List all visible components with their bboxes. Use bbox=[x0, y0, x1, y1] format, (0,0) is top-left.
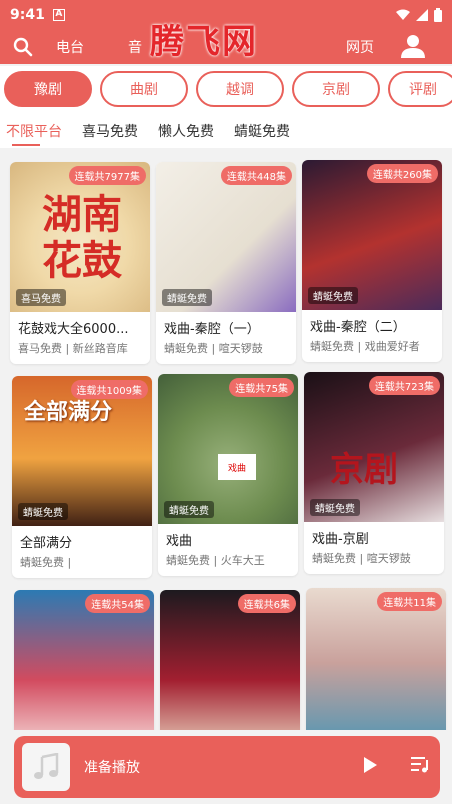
episode-badge: 连载共448集 bbox=[220, 166, 292, 185]
album-cover: 湖南花鼓 连载共7977集 喜马免费 bbox=[10, 162, 150, 312]
album-cover: 连载共260集 蜻蜓免费 bbox=[302, 160, 442, 310]
battery-icon bbox=[434, 8, 442, 22]
album-card[interactable]: 全部满分 连载共1009集 蜻蜓免费 全部满分 蜻蜓免费 | bbox=[12, 376, 152, 578]
album-card[interactable]: 连载共448集 蜻蜓免费 戏曲-秦腔（一） 蜻蜓免费 | 喧天锣鼓 bbox=[156, 162, 296, 364]
music-note-icon bbox=[34, 753, 59, 779]
genre-pill-yuediao[interactable]: 越调 bbox=[196, 71, 284, 107]
platform-label: 蜻蜓免费 bbox=[18, 503, 68, 520]
album-card[interactable]: 连载共54集 bbox=[14, 590, 154, 730]
platform-tab-all[interactable]: 不限平台 bbox=[6, 121, 62, 141]
notification-icon: A bbox=[52, 9, 65, 21]
nav-tab-web[interactable]: 网页 bbox=[346, 37, 374, 57]
nav-tab-music[interactable]: 音 bbox=[128, 37, 142, 57]
status-icons bbox=[396, 8, 442, 22]
play-button[interactable] bbox=[362, 756, 378, 778]
album-subtitle: 蜻蜓免费 | 喧天锣鼓 bbox=[164, 342, 263, 355]
genre-pill-pingju[interactable]: 评剧 bbox=[388, 71, 452, 107]
album-subtitle: 蜻蜓免费 | 喧天锣鼓 bbox=[312, 552, 411, 565]
album-subtitle: 蜻蜓免费 | 戏曲爱好者 bbox=[310, 340, 420, 353]
platform-tab-ximalaya[interactable]: 喜马免费 bbox=[82, 121, 138, 141]
album-card[interactable]: 湖南花鼓 连载共7977集 喜马免费 花鼓戏大全6000... 喜马免费 | 新… bbox=[10, 162, 150, 364]
player-thumbnail bbox=[22, 743, 70, 791]
album-cover: 连载共54集 bbox=[14, 590, 154, 730]
episode-badge: 连载共54集 bbox=[85, 594, 150, 613]
genre-bar: 豫剧 曲剧 越调 京剧 评剧 bbox=[0, 66, 452, 112]
album-title: 戏曲-秦腔（二） bbox=[310, 320, 406, 335]
cover-text: 京剧 bbox=[330, 450, 398, 490]
album-cover: 全部满分 连载共1009集 蜻蜓免费 bbox=[12, 376, 152, 526]
album-title: 戏曲-秦腔（一） bbox=[164, 322, 260, 337]
playlist-button[interactable] bbox=[410, 754, 430, 778]
album-card[interactable]: 连载共11集 bbox=[306, 588, 446, 730]
mini-player[interactable]: 准备播放 bbox=[14, 736, 440, 798]
user-icon bbox=[401, 35, 425, 58]
platform-label: 喜马免费 bbox=[16, 289, 66, 306]
album-subtitle: 喜马免费 | 新丝路音库 bbox=[18, 342, 128, 355]
genre-pill-yuju[interactable]: 豫剧 bbox=[4, 71, 92, 107]
platform-tabs: 不限平台 喜马免费 懒人免费 蜻蜓免费 bbox=[0, 112, 452, 148]
album-card[interactable]: 戏曲 连载共75集 蜻蜓免费 戏曲 蜻蜓免费 | 火车大王 bbox=[158, 374, 298, 576]
wifi-icon bbox=[396, 9, 410, 20]
status-time: 9:41 bbox=[10, 7, 45, 23]
album-title: 戏曲-京剧 bbox=[312, 532, 369, 547]
album-title: 戏曲 bbox=[166, 534, 193, 549]
cover-text: 戏曲 bbox=[218, 454, 256, 480]
genre-pill-jingju[interactable]: 京剧 bbox=[292, 71, 380, 107]
album-grid: 湖南花鼓 连载共7977集 喜马免费 花鼓戏大全6000... 喜马免费 | 新… bbox=[0, 148, 452, 730]
active-tab-indicator bbox=[12, 144, 40, 146]
episode-badge: 连载共7977集 bbox=[68, 166, 146, 185]
album-cover: 连载共11集 bbox=[306, 588, 446, 730]
album-title: 花鼓戏大全6000... bbox=[18, 322, 129, 337]
player-title: 准备播放 bbox=[84, 760, 140, 776]
platform-tab-qingting[interactable]: 蜻蜓免费 bbox=[234, 121, 290, 141]
watermark-logo: 腾飞网 bbox=[150, 22, 258, 62]
platform-label: 蜻蜓免费 bbox=[162, 289, 212, 306]
episode-badge: 连载共723集 bbox=[368, 376, 440, 395]
album-card[interactable]: 连载共6集 bbox=[160, 590, 300, 730]
search-icon bbox=[13, 37, 33, 57]
play-icon bbox=[364, 757, 377, 773]
nav-tab-radio[interactable]: 电台 bbox=[56, 37, 84, 57]
episode-badge: 连载共6集 bbox=[237, 594, 296, 613]
playlist-icon bbox=[411, 757, 428, 773]
album-title: 全部满分 bbox=[20, 536, 73, 551]
album-card[interactable]: 京剧 连载共723集 蜻蜓免费 戏曲-京剧 蜻蜓免费 | 喧天锣鼓 bbox=[304, 372, 444, 574]
episode-badge: 连载共11集 bbox=[377, 592, 442, 611]
episode-badge: 连载共1009集 bbox=[70, 380, 148, 399]
album-cover: 戏曲 连载共75集 蜻蜓免费 bbox=[158, 374, 298, 524]
user-button[interactable] bbox=[400, 34, 426, 62]
album-subtitle: 蜻蜓免费 | 火车大王 bbox=[166, 554, 265, 567]
signal-icon bbox=[416, 9, 428, 21]
album-card[interactable]: 连载共260集 蜻蜓免费 戏曲-秦腔（二） 蜻蜓免费 | 戏曲爱好者 bbox=[302, 160, 442, 362]
album-cover: 连载共6集 bbox=[160, 590, 300, 730]
platform-label: 蜻蜓免费 bbox=[310, 499, 360, 516]
platform-label: 蜻蜓免费 bbox=[308, 287, 358, 304]
cover-text: 湖南花鼓 bbox=[42, 191, 122, 284]
episode-badge: 连载共260集 bbox=[366, 164, 438, 183]
platform-tab-lanren[interactable]: 懒人免费 bbox=[158, 121, 214, 141]
episode-badge: 连载共75集 bbox=[229, 378, 294, 397]
album-cover: 连载共448集 蜻蜓免费 bbox=[156, 162, 296, 312]
album-cover: 京剧 连载共723集 蜻蜓免费 bbox=[304, 372, 444, 522]
album-subtitle: 蜻蜓免费 | bbox=[20, 556, 72, 569]
search-button[interactable] bbox=[0, 37, 46, 57]
genre-pill-quju[interactable]: 曲剧 bbox=[100, 71, 188, 107]
platform-label: 蜻蜓免费 bbox=[164, 501, 214, 518]
